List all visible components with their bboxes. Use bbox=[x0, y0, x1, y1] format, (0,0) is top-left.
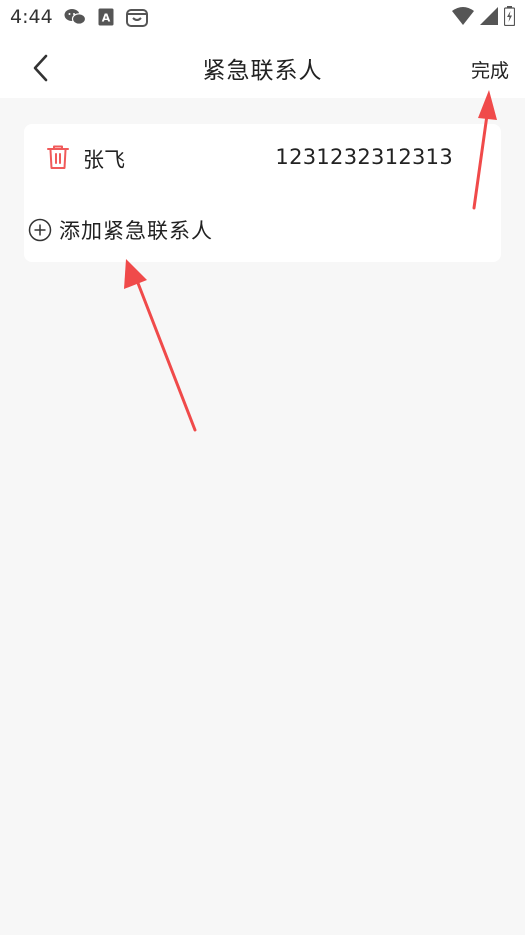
add-contact-label: 添加紧急联系人 bbox=[59, 219, 213, 243]
store-icon bbox=[126, 7, 148, 27]
status-icons-left: A bbox=[64, 7, 148, 27]
contact-name: 张飞 bbox=[83, 148, 125, 172]
wechat-icon bbox=[64, 8, 86, 26]
status-icons-right bbox=[452, 6, 515, 26]
plus-circle-icon bbox=[28, 218, 52, 242]
arrow-to-add-contact-icon bbox=[124, 259, 197, 432]
emergency-contacts-card: 张飞 1231232312313 添加紧急联系人 bbox=[24, 124, 501, 262]
trash-icon[interactable] bbox=[46, 144, 70, 170]
status-bar: 4:44 A bbox=[0, 0, 525, 34]
a-badge-icon: A bbox=[98, 8, 114, 26]
done-button[interactable]: 完成 bbox=[471, 56, 509, 83]
nav-header: 紧急联系人 完成 bbox=[0, 34, 525, 98]
add-contact-button[interactable]: 添加紧急联系人 bbox=[28, 214, 213, 246]
page-title: 紧急联系人 bbox=[202, 58, 323, 84]
contact-row: 张飞 1231232312313 bbox=[24, 124, 501, 194]
status-time: 4:44 bbox=[10, 6, 53, 28]
contact-phone: 1231232312313 bbox=[275, 145, 453, 169]
svg-text:A: A bbox=[102, 12, 111, 25]
battery-icon bbox=[504, 6, 515, 26]
wifi-icon bbox=[452, 7, 474, 25]
signal-icon bbox=[480, 7, 498, 25]
